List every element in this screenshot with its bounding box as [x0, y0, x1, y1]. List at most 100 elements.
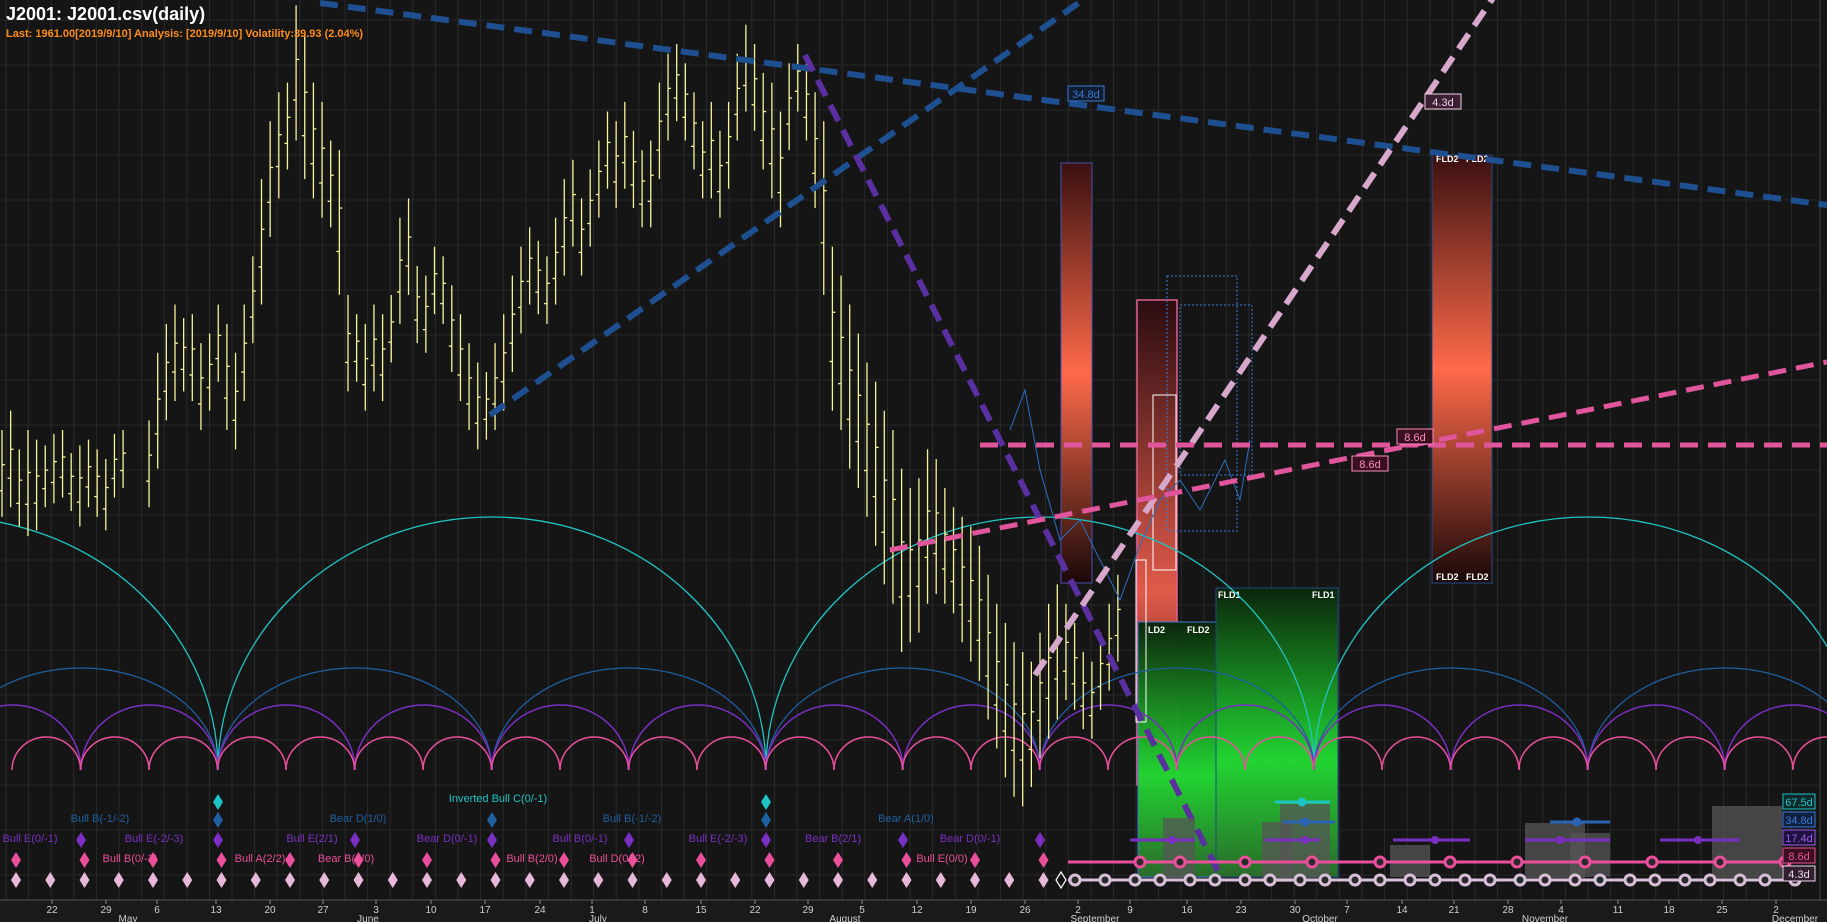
x-tick-label: 15 — [695, 905, 707, 916]
cycle-row-4d-node — [1538, 873, 1552, 887]
phasing-label: Bull B(-1/-2) — [603, 813, 662, 825]
cycle-row-4d-node — [1403, 873, 1417, 887]
fld-label: FLD1 — [1312, 590, 1335, 600]
diamond-4d — [1004, 872, 1015, 888]
diamond-4d — [970, 872, 980, 888]
trend-label-9d: 8.6d — [1359, 459, 1380, 471]
diamond-9d — [764, 852, 775, 868]
phasing-label: Bull A(2/2) — [235, 853, 286, 865]
diamond-4d — [559, 872, 569, 888]
x-tick-label: 22 — [46, 905, 58, 916]
diamond-4d — [148, 872, 158, 888]
diamond-17d — [76, 832, 86, 848]
cycle-row-35d-node — [1300, 817, 1310, 827]
cycle-arc-9d — [11, 736, 82, 771]
diamond-17d — [761, 832, 771, 848]
cycle-arc-35d — [765, 667, 1041, 771]
cycle-row-9d-node — [1645, 855, 1659, 869]
cycle-row-4d-node — [1293, 873, 1307, 887]
phasing-label: Bull E(-2/-3) — [689, 833, 748, 845]
phasing-label: Bull D(0/-2) — [589, 853, 645, 865]
cycle-row-9d-node — [1510, 855, 1524, 869]
cycle-row-4d-node — [1238, 873, 1252, 887]
x-month-label: August — [829, 914, 860, 922]
cycle-row-4d-node — [1263, 873, 1277, 887]
cycle-arc-9d — [764, 736, 835, 771]
x-tick-label: 13 — [210, 905, 222, 916]
diamond-4d — [627, 872, 638, 888]
cycle-row-67d-node — [1297, 797, 1307, 807]
x-tick-label: 21 — [1448, 905, 1460, 916]
cycle-arc-17d — [1450, 704, 1589, 771]
cycle-arc-9d — [901, 736, 972, 771]
diamond-67d — [213, 794, 223, 810]
trend-label-9d: 8.6d — [1404, 432, 1425, 444]
cycle-arc-17d — [354, 704, 493, 771]
cycle-arc-9d — [1723, 736, 1794, 771]
diamond-17d — [1035, 832, 1045, 848]
diamond-4d — [696, 872, 706, 888]
x-month-label: May — [119, 914, 138, 922]
cycle-arc-9d — [696, 736, 767, 771]
phasing-label: Bull B(2/0) — [506, 853, 557, 865]
cycle-arc-9d — [285, 736, 356, 771]
cycle-row-4d-node — [1428, 873, 1442, 887]
cycle-length-label: 17.4d — [1785, 833, 1813, 845]
cycle-length-label: 4.3d — [1788, 869, 1809, 881]
diamond-4d — [1038, 872, 1049, 888]
trend-label-4d: 4.3d — [1432, 97, 1453, 109]
x-tick-label: 17 — [479, 905, 491, 916]
diamond-4d — [935, 872, 946, 888]
cycle-arc-35d — [1313, 667, 1589, 771]
chart-canvas[interactable]: FLD2 FLD2 FLD2 FLD2 LD2 FLD2 FLD1 FLD1 34.8d 4.3d… — [0, 0, 1827, 922]
phasing-label: Bull B(0/-2) — [102, 853, 157, 865]
fld-box-red — [1060, 162, 1093, 584]
phasing-label: Bull E(2/1) — [286, 833, 337, 845]
diamond-9d — [1038, 852, 1049, 868]
cycle-length-label: 67.5d — [1785, 797, 1813, 809]
cycle-arc-17d — [217, 704, 356, 771]
diamond-4d — [250, 872, 261, 888]
x-month-label: November — [1522, 914, 1569, 922]
x-tick-label: 23 — [1235, 905, 1247, 916]
x-tick-label: 28 — [1502, 905, 1514, 916]
cycle-row-4d-node — [1183, 873, 1197, 887]
diamond-9d — [11, 852, 21, 868]
phasing-label: Bear B(2/1) — [805, 833, 861, 845]
diamond-4d — [11, 872, 21, 888]
diamond-67d — [761, 794, 771, 810]
diamond-17d — [624, 832, 634, 848]
cycle-row-9d-node — [1305, 855, 1319, 869]
cycle-arc-9d — [559, 736, 630, 771]
indicator-block — [1163, 818, 1195, 878]
cycle-arc-17d — [491, 704, 630, 771]
diamond-4d — [387, 872, 398, 888]
cycle-row-9d-node — [1713, 855, 1727, 869]
cycle-arc-67d — [0, 521, 219, 771]
projection-box-dotted — [1179, 304, 1253, 476]
diamond-4d — [216, 872, 227, 888]
cycle-row-4d-node — [1623, 873, 1637, 887]
trend-label-34d: 34.8d — [1072, 89, 1100, 101]
cycle-row-4d-node — [1678, 873, 1692, 887]
cycle-row-4d-node — [1758, 873, 1772, 887]
phasing-label: Bear D(1/0) — [330, 813, 387, 825]
fld-label: FLD2 — [1436, 572, 1459, 582]
cycle-analysis-chart[interactable]: FLD2 FLD2FLD2 FLD2LD2 FLD2FLD1 FLD134.8d4.3d… — [0, 0, 1827, 922]
x-month-label: June — [357, 914, 379, 922]
cycle-arc-9d — [148, 736, 219, 771]
cycle-row-17d-node — [1556, 836, 1564, 844]
cycle-arc-9d — [1518, 736, 1589, 771]
x-tick-label: 22 — [749, 905, 761, 916]
cycle-row-4d-node — [1153, 873, 1167, 887]
cycle-row-35d-node — [1572, 817, 1582, 827]
cycle-row-4d-node — [1373, 873, 1387, 887]
x-month-label: December — [1772, 914, 1819, 922]
cycle-row-4d-node — [1208, 873, 1222, 887]
diamond-4d — [764, 872, 775, 888]
cycle-arc-17d — [628, 704, 767, 771]
x-tick-label: 19 — [965, 905, 977, 916]
cycle-arc-17d — [80, 704, 219, 771]
diamond-9d — [422, 852, 432, 868]
x-tick-label: 7 — [1344, 905, 1350, 916]
